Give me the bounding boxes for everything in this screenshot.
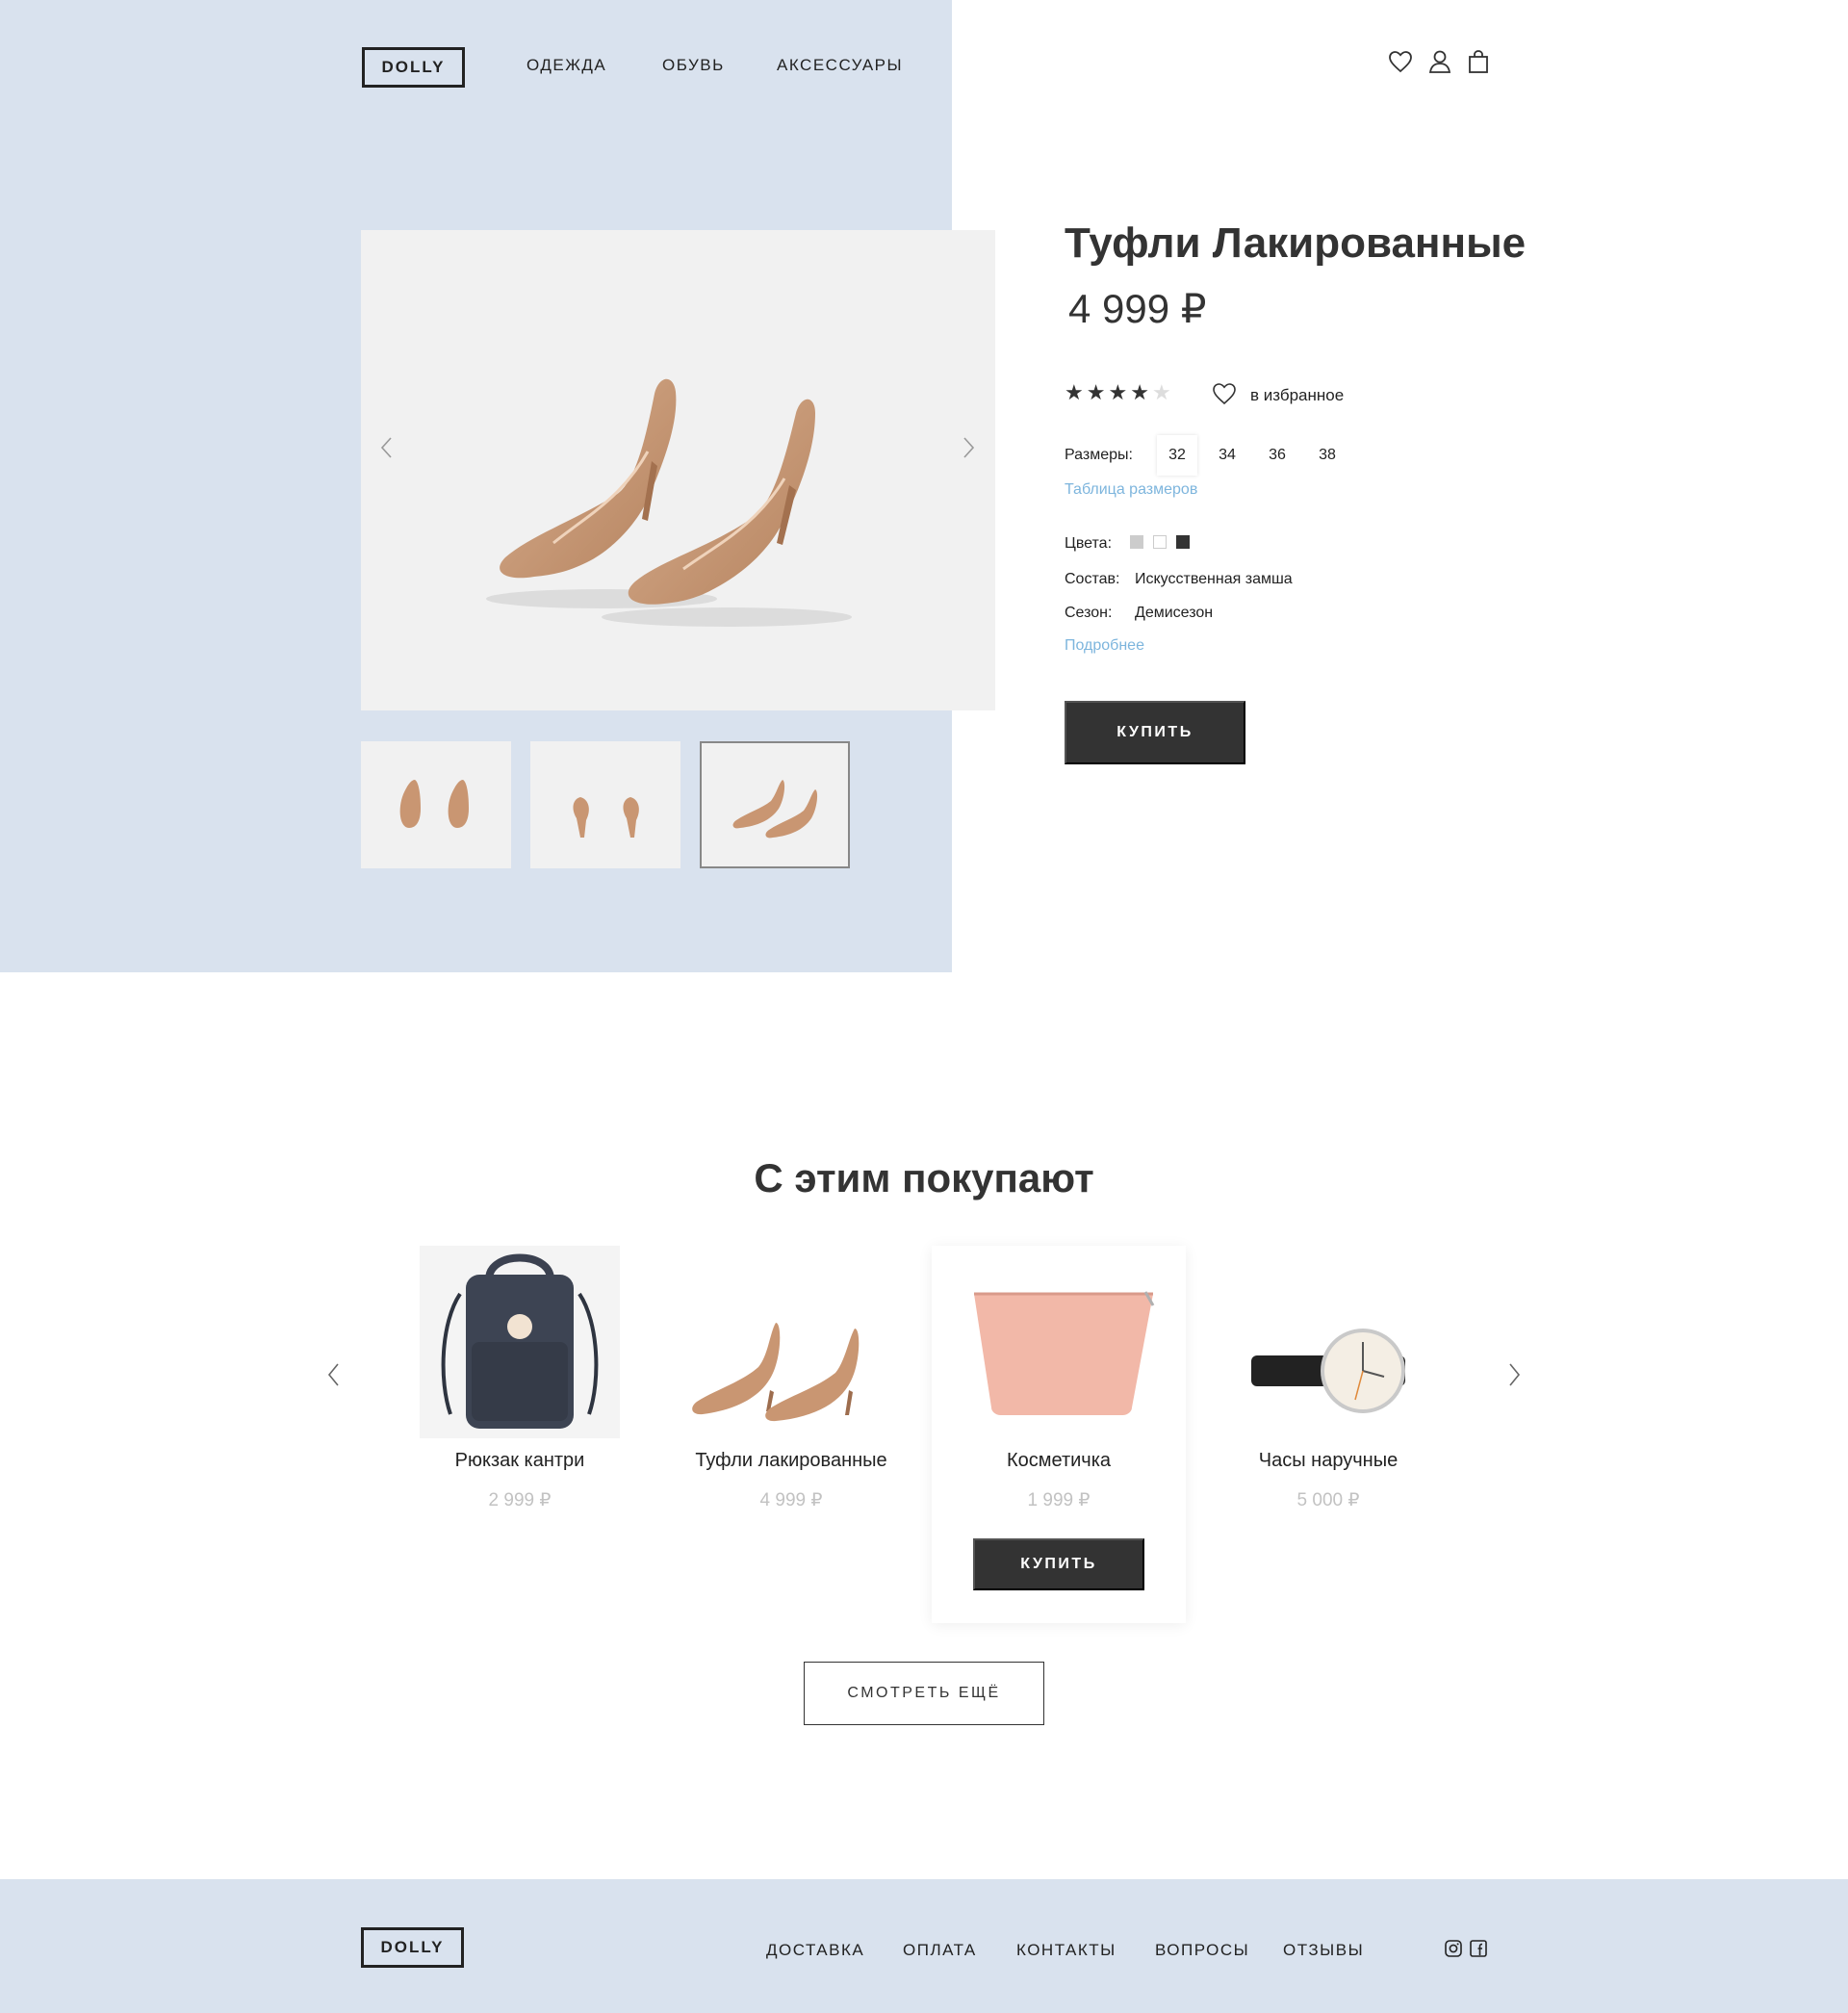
star-icon: ★ xyxy=(1151,380,1171,404)
related-product-price: 2 999 ₽ xyxy=(488,1490,552,1510)
nav-link-accessories[interactable]: АКСЕССУАРЫ xyxy=(777,56,903,75)
user-icon[interactable] xyxy=(1426,48,1453,75)
related-product-card[interactable]: Рюкзак кантри 2 999 ₽ xyxy=(393,1246,647,1623)
show-more-button[interactable]: СМОТРЕТЬ ЕЩЁ xyxy=(804,1662,1044,1725)
footer-link-payment[interactable]: ОПЛАТА xyxy=(903,1941,977,1960)
season-value: Демисезон xyxy=(1135,605,1214,621)
buy-button[interactable]: КУПИТЬ xyxy=(1065,701,1245,764)
related-product-name: Часы наручные xyxy=(1258,1450,1399,1471)
footer-link-reviews[interactable]: ОТЗЫВЫ xyxy=(1283,1941,1364,1960)
photo-prev-arrow-icon[interactable] xyxy=(377,433,397,462)
product-title: Туфли Лакированные xyxy=(1065,219,1527,267)
footer-link-delivery[interactable]: ДОСТАВКА xyxy=(766,1941,864,1960)
product-main-photo xyxy=(361,230,995,710)
wrist-watch-image xyxy=(1251,1329,1405,1413)
related-section-title: С этим покупают xyxy=(754,1155,1094,1200)
product-price: 4 999 ₽ xyxy=(1068,286,1207,331)
footer-logo[interactable]: DOLLY xyxy=(361,1927,464,1968)
thumbnail-2[interactable] xyxy=(530,741,680,868)
size-option-38[interactable]: 38 xyxy=(1307,435,1348,476)
related-product-name: Рюкзак кантри xyxy=(454,1450,585,1471)
related-product-name: Туфли лакированные xyxy=(695,1450,887,1471)
thumbnail-3[interactable] xyxy=(700,741,850,868)
color-swatch-white[interactable] xyxy=(1153,535,1167,549)
color-swatch-black[interactable] xyxy=(1176,535,1190,549)
pumps-back-view xyxy=(573,797,639,838)
size-option-34[interactable]: 34 xyxy=(1207,435,1247,476)
pumps-image xyxy=(692,1323,860,1422)
composition-value: Искусственная замша xyxy=(1135,571,1293,587)
nav-link-shoes[interactable]: ОБУВЬ xyxy=(662,56,725,75)
photo-next-arrow-icon[interactable] xyxy=(959,433,978,462)
footer-link-contacts[interactable]: КОНТАКТЫ xyxy=(1016,1941,1116,1960)
star-icon: ★ xyxy=(1108,380,1128,404)
related-product-name: Косметичка xyxy=(1006,1450,1112,1471)
star-icon: ★ xyxy=(1065,380,1084,404)
star-icon: ★ xyxy=(1130,380,1149,404)
pumps-illustration xyxy=(486,378,852,627)
related-product-price: 1 999 ₽ xyxy=(1027,1490,1091,1510)
size-chart-link[interactable]: Таблица размеров xyxy=(1065,481,1197,499)
related-product-price: 4 999 ₽ xyxy=(759,1490,823,1510)
instagram-icon[interactable] xyxy=(1444,1939,1463,1958)
facebook-icon[interactable] xyxy=(1469,1939,1488,1958)
colors-label: Цвета: xyxy=(1065,535,1113,552)
related-product-price: 5 000 ₽ xyxy=(1296,1490,1360,1510)
season-label: Сезон: xyxy=(1065,605,1113,621)
details-link[interactable]: Подробнее xyxy=(1065,637,1144,655)
sizes-label: Размеры: xyxy=(1065,447,1133,463)
star-icon: ★ xyxy=(1086,380,1106,404)
thumbnail-1[interactable] xyxy=(361,741,511,868)
cosmetic-bag-image xyxy=(974,1291,1155,1415)
add-to-favorites-link[interactable]: в избранное xyxy=(1250,386,1344,405)
related-product-card[interactable]: Туфли лакированные 4 999 ₽ xyxy=(664,1246,918,1623)
color-swatch-gray[interactable] xyxy=(1130,535,1143,549)
size-option-32[interactable]: 32 xyxy=(1157,435,1197,476)
heart-icon[interactable] xyxy=(1387,48,1414,75)
logo[interactable]: DOLLY xyxy=(362,47,465,88)
shopping-bag-icon[interactable] xyxy=(1465,48,1492,75)
pumps-side-view xyxy=(732,780,818,839)
nav-link-clothes[interactable]: ОДЕЖДА xyxy=(526,56,606,75)
backpack-image xyxy=(420,1246,620,1438)
related-buy-button[interactable]: КУПИТЬ xyxy=(973,1538,1144,1590)
pumps-front-view xyxy=(399,780,469,828)
size-option-36[interactable]: 36 xyxy=(1257,435,1297,476)
footer-link-questions[interactable]: ВОПРОСЫ xyxy=(1155,1941,1249,1960)
related-product-card[interactable]: Косметичка 1 999 ₽ КУПИТЬ xyxy=(932,1246,1186,1623)
favorite-heart-icon[interactable] xyxy=(1211,381,1238,406)
carousel-next-arrow-icon[interactable] xyxy=(1504,1360,1524,1389)
composition-label: Состав: xyxy=(1065,571,1120,587)
related-product-card[interactable]: Часы наручные 5 000 ₽ xyxy=(1201,1246,1455,1623)
carousel-prev-arrow-icon[interactable] xyxy=(324,1360,344,1389)
rating-stars: ★ ★ ★ ★ ★ xyxy=(1065,381,1171,404)
